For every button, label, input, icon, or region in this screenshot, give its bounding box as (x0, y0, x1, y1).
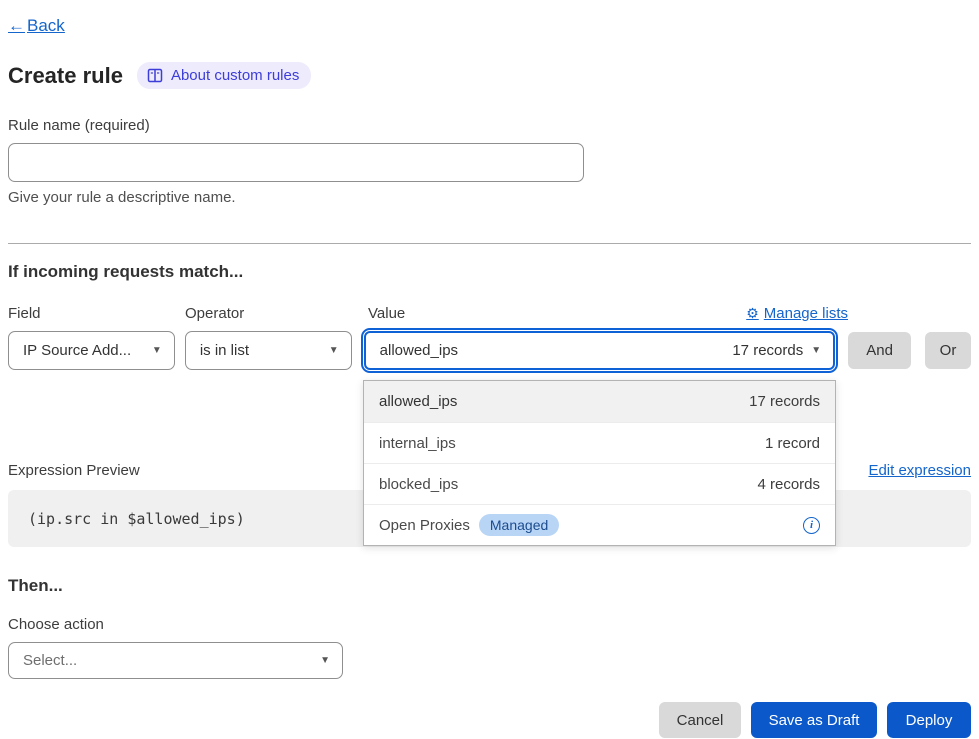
then-heading: Then... (8, 576, 971, 596)
title-row: Create rule About custom rules (8, 62, 971, 89)
operator-select[interactable]: is in list ▼ (185, 331, 352, 370)
manage-lists-label: Manage lists (764, 305, 848, 322)
match-heading: If incoming requests match... (8, 262, 971, 282)
operator-label: Operator (185, 305, 352, 322)
condition-labels-row: Field Operator Value ⚙ Manage lists (8, 305, 971, 322)
back-link[interactable]: ←Back (8, 16, 65, 35)
list-item-blocked-ips[interactable]: blocked_ips 4 records (364, 463, 835, 504)
choose-action-label: Choose action (8, 616, 971, 633)
action-select-placeholder: Select... (23, 652, 77, 669)
list-item-name: internal_ips (379, 435, 456, 452)
list-item-meta: 4 records (757, 476, 820, 493)
cancel-button[interactable]: Cancel (659, 702, 741, 738)
value-select-meta: 17 records (732, 342, 803, 359)
expression-code: (ip.src in $allowed_ips) (28, 510, 245, 528)
field-label: Field (8, 305, 175, 322)
value-label: Value (368, 305, 405, 322)
create-rule-page: ←Back Create rule About custom rules Rul… (0, 0, 979, 738)
back-row: ←Back (8, 16, 971, 36)
list-item-name: allowed_ips (379, 393, 457, 410)
edit-expression-link[interactable]: Edit expression (868, 462, 971, 479)
action-select[interactable]: Select... ▼ (8, 642, 343, 679)
or-button[interactable]: Or (925, 332, 971, 369)
field-select-value: IP Source Add... (23, 342, 131, 359)
condition-controls-row: IP Source Add... ▼ is in list ▼ allowed_… (8, 331, 971, 370)
chevron-down-icon: ▼ (320, 655, 330, 666)
field-select[interactable]: IP Source Add... ▼ (8, 331, 175, 370)
expression-preview-label: Expression Preview (8, 462, 140, 479)
back-label: Back (27, 16, 65, 35)
list-item-meta: 1 record (765, 435, 820, 452)
section-divider (8, 243, 971, 244)
then-section: Then... Choose action Select... ▼ (8, 576, 971, 679)
manage-lists-link[interactable]: ⚙ Manage lists (746, 305, 848, 322)
rule-name-input[interactable] (8, 143, 584, 182)
list-item-open-proxies[interactable]: Open Proxies Managed i (364, 504, 835, 545)
info-icon[interactable]: i (803, 517, 820, 534)
rule-name-label: Rule name (required) (8, 117, 971, 134)
rule-name-group: Rule name (required) Give your rule a de… (8, 117, 971, 206)
list-item-name: Open Proxies (379, 517, 470, 534)
managed-badge: Managed (479, 514, 559, 536)
list-item-meta: 17 records (749, 393, 820, 410)
gear-icon: ⚙ (746, 305, 759, 322)
chevron-down-icon: ▼ (811, 345, 821, 356)
value-select-value: allowed_ips (380, 342, 458, 359)
and-button[interactable]: And (848, 332, 911, 369)
page-title: Create rule (8, 63, 123, 89)
condition-builder: Field Operator Value ⚙ Manage lists IP S… (8, 305, 971, 370)
about-custom-rules-badge[interactable]: About custom rules (137, 62, 311, 89)
operator-select-value: is in list (200, 342, 249, 359)
save-as-draft-button[interactable]: Save as Draft (751, 702, 877, 738)
list-item-internal-ips[interactable]: internal_ips 1 record (364, 422, 835, 463)
back-arrow-icon: ← (8, 16, 25, 35)
book-icon (147, 68, 163, 83)
value-select[interactable]: allowed_ips 17 records ▼ (364, 331, 835, 370)
deploy-button[interactable]: Deploy (887, 702, 971, 738)
chevron-down-icon: ▼ (152, 345, 162, 356)
footer-actions: Cancel Save as Draft Deploy (8, 702, 971, 738)
list-item-allowed-ips[interactable]: allowed_ips 17 records (364, 381, 835, 422)
list-dropdown-panel: allowed_ips 17 records internal_ips 1 re… (363, 380, 836, 546)
about-badge-label: About custom rules (171, 67, 299, 84)
rule-name-helper: Give your rule a descriptive name. (8, 189, 971, 206)
list-item-name: blocked_ips (379, 476, 458, 493)
chevron-down-icon: ▼ (329, 345, 339, 356)
